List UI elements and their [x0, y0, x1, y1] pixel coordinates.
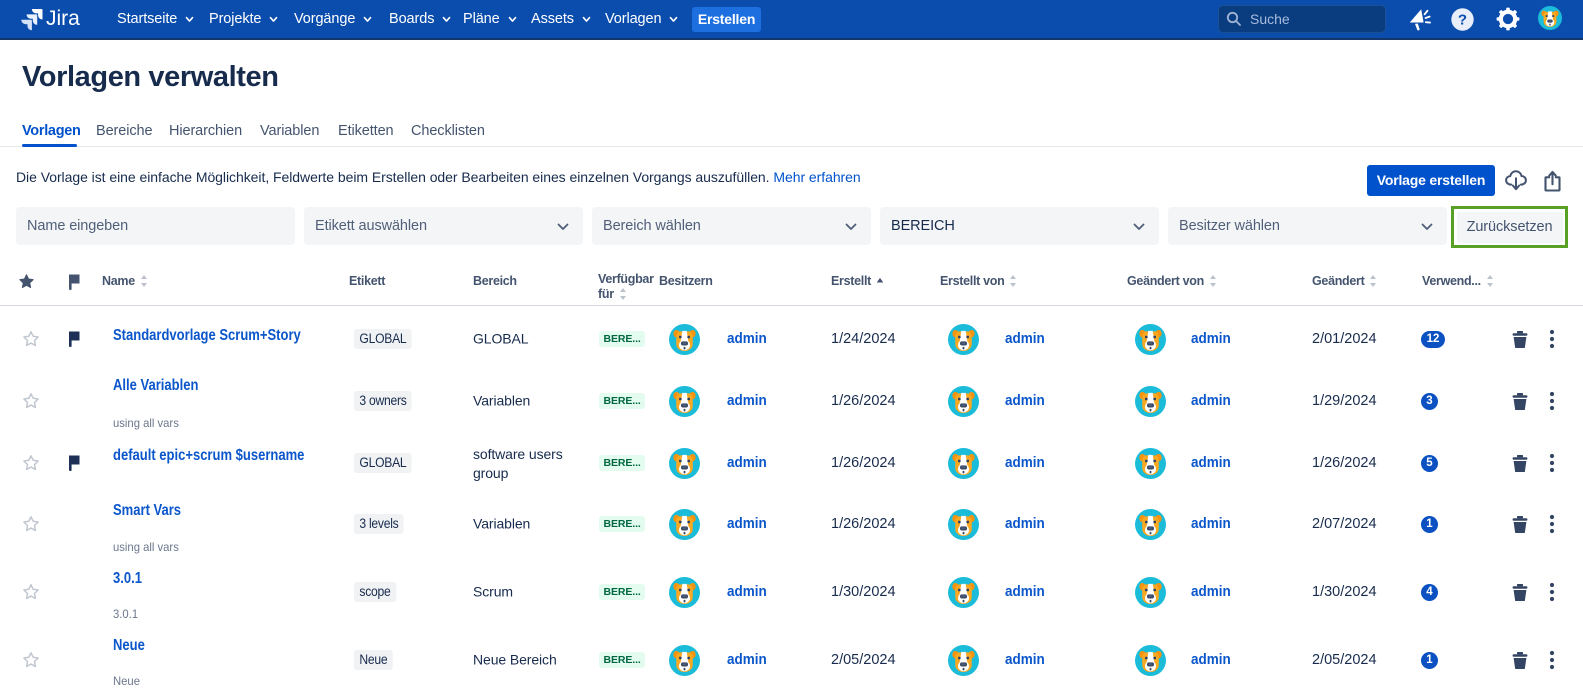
- svg-text:?: ?: [1458, 11, 1467, 28]
